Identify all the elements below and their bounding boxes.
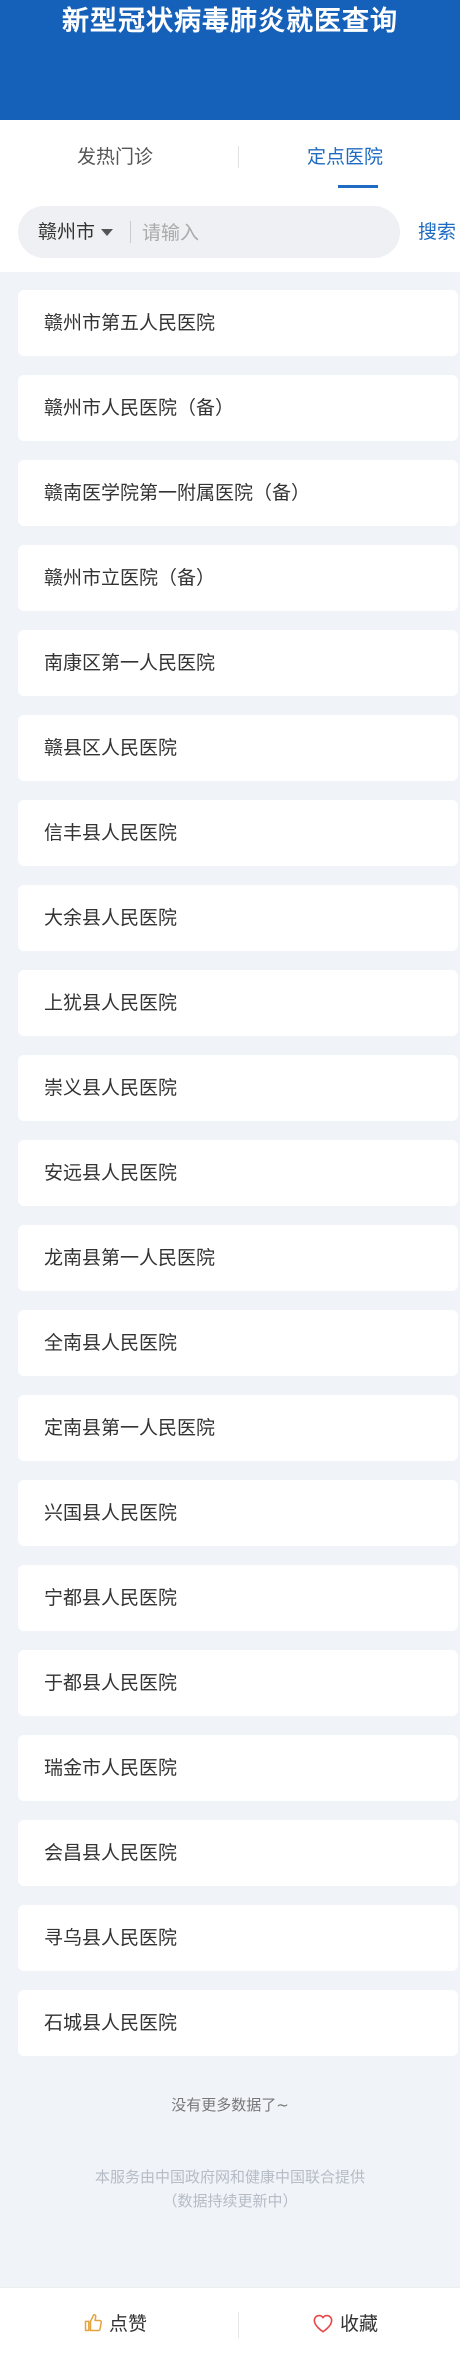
footer-note-line-2: （数据持续更新中） (162, 2192, 298, 2210)
hospital-list-item[interactable]: 寻乌县人民医院 (18, 1905, 458, 1971)
tab-fever-clinic[interactable]: 发热门诊 (0, 120, 230, 194)
hospital-list-item[interactable]: 信丰县人民医院 (18, 800, 458, 866)
hospital-list-item[interactable]: 全南县人民医院 (18, 1310, 458, 1376)
search-divider (130, 221, 131, 243)
favorite-button[interactable]: 收藏 (230, 2288, 460, 2360)
hospital-list: 赣州市第五人民医院 赣州市人民医院（备） 赣南医学院第一附属医院（备） 赣州市立医院（… (18, 290, 458, 2075)
favorite-label: 收藏 (339, 2313, 378, 2335)
hospital-list-item[interactable]: 龙南县第一人民医院 (18, 1225, 458, 1291)
footer-note-line-1: 本服务由中国政府网和健康中国联合提供 (94, 2168, 365, 2186)
active-tab-indicator (338, 185, 378, 188)
caret-down-icon (101, 229, 114, 236)
hospital-list-item[interactable]: 会昌县人民医院 (18, 1820, 458, 1886)
bottom-action-bar: 点赞 收藏 (0, 2287, 460, 2360)
hospital-list-item[interactable]: 崇义县人民医院 (18, 1055, 458, 1121)
hospital-list-item[interactable]: 瑞金市人民医院 (18, 1735, 458, 1801)
hospital-list-item[interactable]: 赣县区人民医院 (18, 715, 458, 781)
hospital-list-item[interactable]: 赣南医学院第一附属医院（备） (18, 460, 458, 526)
hospital-list-item[interactable]: 赣州市第五人民医院 (18, 290, 458, 356)
hospital-list-item[interactable]: 南康区第一人民医院 (18, 630, 458, 696)
hospital-list-item[interactable]: 安远县人民医院 (18, 1140, 458, 1206)
heart-icon (313, 2314, 333, 2332)
search-bar: 赣州市 搜索 (0, 194, 460, 272)
list-end-text: 没有更多数据了~ (171, 2096, 289, 2114)
tab-designated-hospitals[interactable]: 定点医院 (230, 120, 460, 194)
search-box: 赣州市 (18, 206, 400, 258)
hospital-list-item[interactable]: 赣州市立医院（备） (18, 545, 458, 611)
page-title: 新型冠状病毒肺炎就医查询 (62, 6, 398, 37)
page-header: 新型冠状病毒肺炎就医查询 (0, 0, 460, 120)
like-label: 点赞 (108, 2313, 147, 2335)
thumbs-up-icon (84, 2313, 103, 2331)
hospital-list-item[interactable]: 兴国县人民医院 (18, 1480, 458, 1546)
hospital-list-item[interactable]: 定南县第一人民医院 (18, 1395, 458, 1461)
like-button[interactable]: 点赞 (0, 2288, 230, 2360)
hospital-list-item[interactable]: 赣州市人民医院（备） (18, 375, 458, 441)
search-button[interactable]: 搜索 (418, 206, 456, 258)
hospital-list-item[interactable]: 于都县人民医院 (18, 1650, 458, 1716)
tab-bar: 发热门诊 定点医院 (0, 120, 460, 194)
hospital-list-item[interactable]: 宁都县人民医院 (18, 1565, 458, 1631)
search-input[interactable] (140, 214, 394, 252)
city-dropdown[interactable]: 赣州市 (38, 206, 114, 258)
hospital-list-item[interactable]: 上犹县人民医院 (18, 970, 458, 1036)
hospital-list-item[interactable]: 石城县人民医院 (18, 1990, 458, 2056)
footer-note: 本服务由中国政府网和健康中国联合提供 （数据持续更新中） (0, 2165, 460, 2213)
city-dropdown-label: 赣州市 (38, 221, 96, 243)
hospital-list-item[interactable]: 大余县人民医院 (18, 885, 458, 951)
